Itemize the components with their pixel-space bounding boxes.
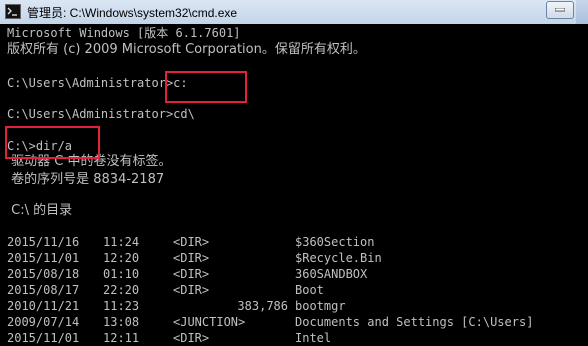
entry-name: Boot [295, 283, 324, 297]
entry-time: 12:20 [103, 251, 140, 265]
entry-date: 2015/11/01 [7, 331, 80, 345]
entry-date: 2009/07/14 [7, 315, 80, 329]
command-line-2: C:\Users\Administrator>cd\ [7, 107, 195, 121]
entry-name: $360Section [295, 235, 375, 249]
entry-name: 360SANDBOX [295, 267, 368, 281]
entry-time: 22:20 [103, 283, 140, 297]
highlight-box-dir-command [5, 126, 100, 159]
entry-time: 12:11 [103, 331, 140, 345]
minimize-icon [555, 8, 565, 12]
entry-name: bootmgr [295, 299, 346, 313]
entry-time: 01:10 [103, 267, 140, 281]
command-line-1: C:\Users\Administrator>c: [7, 76, 188, 90]
entry-time: 13:08 [103, 315, 140, 329]
cmd-prompt-icon [5, 4, 21, 19]
maximize-button-edge[interactable] [576, 0, 588, 24]
minimize-button[interactable] [546, 1, 574, 19]
window-title: 管理员: C:\Windows\system32\cmd.exe [27, 6, 238, 20]
copyright-line: 版权所有 (c) 2009 Microsoft Corporation。保留所有… [7, 42, 366, 57]
entry-name: Documents and Settings [C:\Users] [295, 315, 534, 329]
entry-size: 383,786 [237, 299, 288, 313]
entry-date: 2015/08/17 [7, 283, 80, 297]
entry-name: $Recycle.Bin [295, 251, 382, 265]
title-bar[interactable]: 管理员: C:\Windows\system32\cmd.exe [0, 0, 588, 25]
entry-name: Intel [295, 331, 332, 345]
highlight-box-drive-command [165, 71, 247, 103]
directory-header: C:\ 的目录 [7, 203, 73, 218]
volume-serial-line: 卷的序列号是 8834-2187 [7, 172, 165, 187]
os-version-line: Microsoft Windows [版本 6.1.7601] [7, 26, 241, 40]
console-output[interactable]: Microsoft Windows [版本 6.1.7601] 版权所有 (c)… [0, 24, 588, 346]
entry-time: 11:23 [103, 299, 140, 313]
entry-date: 2015/11/16 [7, 235, 80, 249]
entry-type: <DIR> [173, 235, 210, 249]
entry-type: <DIR> [173, 283, 210, 297]
entry-type: <DIR> [173, 331, 210, 345]
entry-date: 2015/08/18 [7, 267, 80, 281]
entry-date: 2015/11/01 [7, 251, 80, 265]
entry-date: 2010/11/21 [7, 299, 80, 313]
entry-type: <DIR> [173, 251, 210, 265]
cmd-window: 管理员: C:\Windows\system32\cmd.exe Microso… [0, 0, 588, 346]
entry-type: <JUNCTION> [173, 315, 246, 329]
entry-type: <DIR> [173, 267, 210, 281]
entry-time: 11:24 [103, 235, 140, 249]
